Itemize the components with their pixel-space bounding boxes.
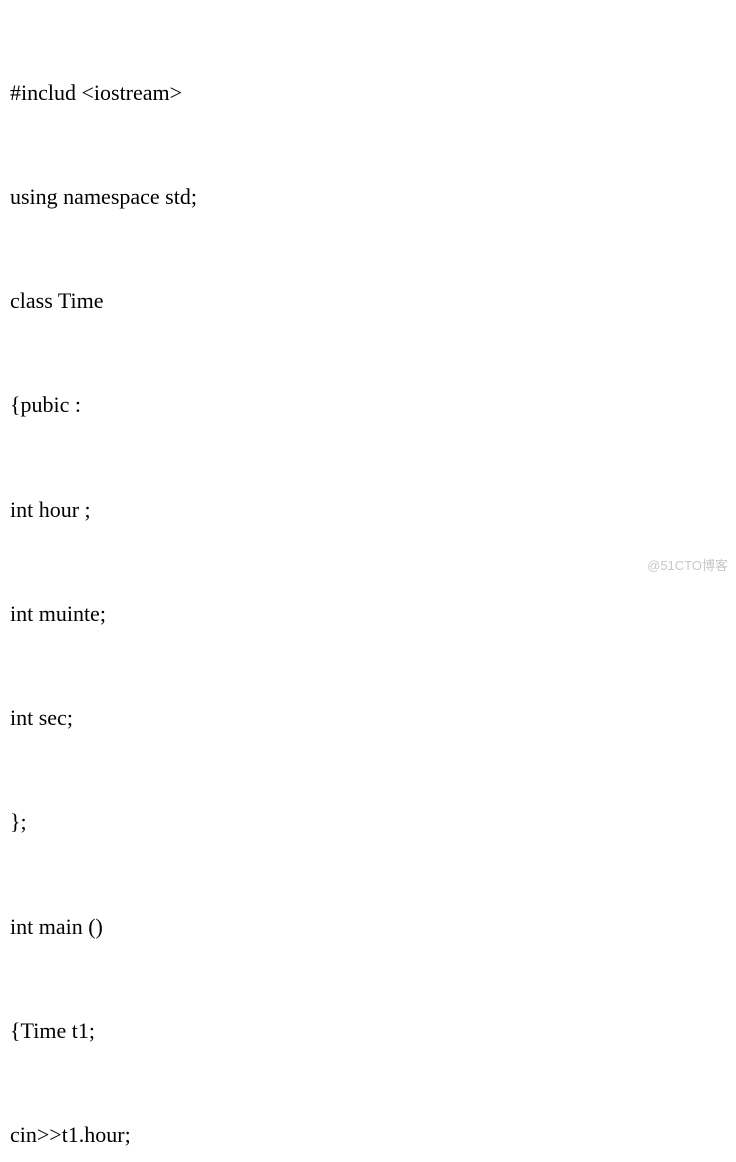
code-line: int muinte; <box>10 597 726 632</box>
code-line: int hour ; <box>10 493 726 528</box>
code-line: {Time t1; <box>10 1014 726 1049</box>
code-block: #includ <iostream> using namespace std; … <box>10 6 726 1162</box>
code-line: #includ <iostream> <box>10 76 726 111</box>
code-line: using namespace std; <box>10 180 726 215</box>
code-line: }; <box>10 805 726 840</box>
code-line: cin>>t1.hour; <box>10 1118 726 1153</box>
code-line: int sec; <box>10 701 726 736</box>
code-line: int main () <box>10 910 726 945</box>
watermark-text: @51CTO博客 <box>647 556 728 577</box>
code-line: {pubic : <box>10 388 726 423</box>
code-line: class Time <box>10 284 726 319</box>
